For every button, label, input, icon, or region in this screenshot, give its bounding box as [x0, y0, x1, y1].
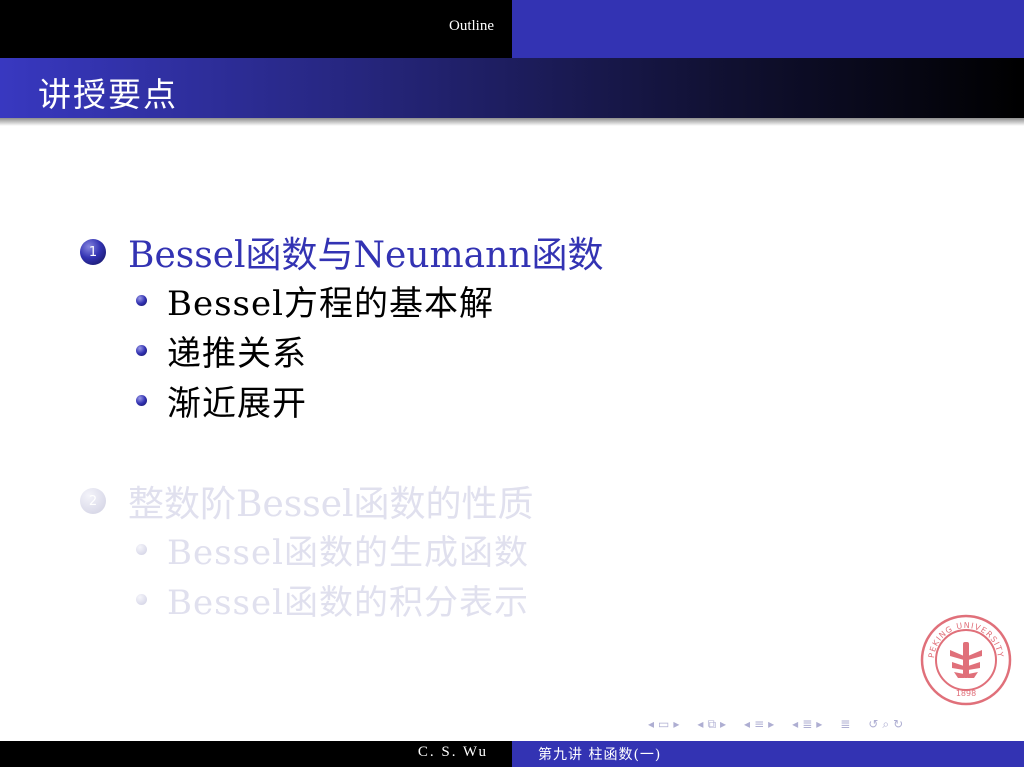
nav-document-icon[interactable]: ◂ ≣ ▸ — [790, 717, 824, 731]
outline-label[interactable]: Outline — [0, 18, 512, 35]
nav-frame-icon[interactable]: ◂ ▭ ▸ — [646, 717, 681, 731]
subsection-label: Bessel函数的积分表示 — [167, 583, 529, 623]
outline-section-2[interactable]: 2 整数阶Bessel函数的性质 — [80, 475, 534, 527]
seal-year: 1898 — [956, 689, 976, 698]
section-label: 整数阶Bessel函数的性质 — [128, 484, 534, 525]
outline-subsection-2-2[interactable]: Bessel函数的积分表示 — [136, 575, 529, 624]
subsection-label: Bessel方程的基本解 — [167, 284, 494, 324]
bullet-icon — [136, 295, 147, 306]
subsection-label: 渐近展开 — [167, 384, 307, 424]
section-number-ball: 2 — [80, 488, 106, 514]
subsection-label: 递推关系 — [167, 334, 307, 374]
bullet-icon — [136, 544, 147, 555]
bullet-icon — [136, 594, 147, 605]
section-number-ball: 1 — [80, 239, 106, 265]
frame-title: 讲授要点 — [38, 75, 178, 114]
bullet-icon — [136, 345, 147, 356]
outline-subsection-1-1[interactable]: Bessel方程的基本解 — [136, 276, 494, 325]
navigation-bar: ◂ ▭ ▸ ◂ ⧉ ▸ ◂ ≡ ▸ ◂ ≣ ▸ ≣ ↺ ⌕ ↻ — [646, 713, 919, 735]
bullet-icon — [136, 395, 147, 406]
section-label: Bessel函数与Neumann函数 — [128, 235, 604, 276]
footer-short-title: 第九讲 柱函数(一) — [538, 747, 662, 763]
outline-subsection-1-3[interactable]: 渐近展开 — [136, 376, 307, 425]
outline-subsection-1-2[interactable]: 递推关系 — [136, 326, 307, 375]
outline-subsection-2-1[interactable]: Bessel函数的生成函数 — [136, 525, 529, 574]
nav-appendix-icon[interactable]: ≣ — [838, 717, 852, 731]
footer-author: C. S. Wu — [417, 744, 488, 760]
frame-title-shadow — [0, 118, 1024, 126]
headline-right-bar — [512, 0, 1024, 58]
nav-subsection-icon[interactable]: ◂ ⧉ ▸ — [695, 717, 728, 732]
nav-search-icon[interactable]: ↺ ⌕ ↻ — [866, 717, 905, 732]
outline-section-1[interactable]: 1 Bessel函数与Neumann函数 — [80, 226, 604, 278]
subsection-label: Bessel函数的生成函数 — [167, 533, 529, 573]
nav-section-icon[interactable]: ◂ ≡ ▸ — [742, 717, 776, 731]
university-seal-logo: PEKING UNIVERSITY 1898 — [920, 614, 1012, 706]
